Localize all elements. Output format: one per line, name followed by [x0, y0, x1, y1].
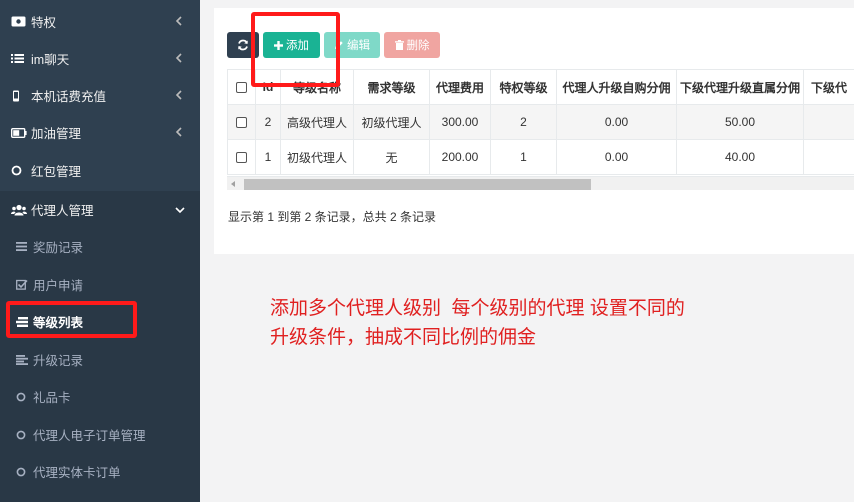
sidebar-item-upgrade-records[interactable]: 升级记录 — [0, 341, 200, 378]
column-header[interactable]: 代理人升级自购分佣 — [556, 69, 677, 105]
table-cell: 无 — [353, 139, 430, 175]
table-cell: 0.00 — [556, 139, 677, 175]
highlight-box-level-list — [6, 301, 137, 338]
sidebar-item-label: 本机话费充值 — [31, 90, 107, 104]
list-icon — [11, 53, 29, 64]
table-cell: 50.00 — [676, 104, 804, 140]
scroll-thumb[interactable] — [244, 179, 591, 190]
mobile-icon — [11, 90, 29, 102]
table-cell: 40.00 — [676, 139, 804, 175]
table-cell: 初级代理人 — [353, 104, 430, 140]
sidebar-item-fuel[interactable]: 加油管理 — [0, 114, 200, 151]
chevron-left-icon — [175, 90, 182, 100]
column-header[interactable]: 需求等级 — [353, 69, 430, 105]
delete-button[interactable]: 删除 — [384, 32, 440, 58]
bars-icon — [16, 242, 33, 251]
refresh-icon — [238, 39, 248, 51]
align-icon — [16, 354, 33, 365]
sidebar-item-label: 代理人管理 — [31, 204, 94, 218]
circle-icon — [16, 467, 33, 477]
sidebar-item-agent-card-orders[interactable]: 代理实体卡订单 — [0, 453, 200, 490]
annotation-line-2: 升级条件，抽成不同比例的佣金 — [270, 327, 537, 348]
annotation-text: 添加多个代理人级别 每个级别的代理 设置不同的 升级条件，抽成不同比例的佣金 — [270, 294, 790, 352]
sidebar-item-label: 升级记录 — [33, 354, 84, 368]
sidebar-item-agent-e-orders[interactable]: 代理人电子订单管理 — [0, 416, 200, 453]
chevron-left-icon — [175, 127, 182, 137]
sidebar-item-label: 代理人电子订单管理 — [33, 429, 146, 443]
table-cell — [803, 139, 854, 175]
sidebar-item-privilege[interactable]: 特权 — [0, 3, 200, 40]
sidebar-item-label: 红包管理 — [31, 165, 82, 179]
checkbox-icon — [16, 279, 33, 290]
trash-icon — [394, 40, 404, 50]
column-header[interactable]: 下级代理升级直属分佣 — [676, 69, 804, 105]
table-cell: 1 — [490, 139, 557, 175]
sidebar-item-label: 代理实体卡订单 — [33, 466, 121, 480]
sidebar-item-reward-records[interactable]: 奖励记录 — [0, 228, 200, 265]
table-cell: 300.00 — [429, 104, 491, 140]
table-cell — [803, 104, 854, 140]
sidebar-item-label: 奖励记录 — [33, 241, 84, 255]
table-cell: 2 — [490, 104, 557, 140]
table-cell: 高级代理人 — [280, 104, 354, 140]
sidebar-item-agent-management[interactable]: 代理人管理 — [0, 191, 200, 228]
row-checkbox[interactable] — [236, 117, 247, 129]
sidebar-item-label: 用户申请 — [33, 279, 84, 293]
circle-icon — [11, 165, 29, 176]
column-header[interactable]: 下级代 — [803, 69, 854, 105]
edit-button-label: 编辑 — [347, 40, 370, 52]
sidebar-item-label: 加油管理 — [31, 127, 82, 141]
row-checkbox[interactable] — [236, 152, 247, 164]
delete-button-label: 删除 — [406, 40, 430, 52]
table-cell: 0.00 — [556, 104, 677, 140]
table-cell: 2 — [255, 104, 281, 140]
sidebar-item-im-chat[interactable]: im聊天 — [0, 40, 200, 77]
table-cell: 1 — [255, 139, 281, 175]
column-header[interactable]: 代理费用 — [429, 69, 491, 105]
ticket-icon — [11, 16, 29, 27]
scroll-left-icon[interactable] — [231, 181, 235, 187]
pagination-summary: 显示第 1 到第 2 条记录，总共 2 条记录 — [228, 210, 437, 224]
chevron-left-icon — [175, 16, 182, 26]
sidebar-item-label: 礼品卡 — [33, 391, 71, 405]
table-row[interactable]: 2 高级代理人 初级代理人 300.00 2 0.00 50.00 — [227, 104, 854, 140]
sidebar: 特权 im聊天 本机话费充值 加油管理 红包管理 代理人管理 奖励记录 用户申请… — [0, 0, 200, 502]
select-all-checkbox[interactable] — [236, 82, 247, 94]
sidebar-item-gift-card[interactable]: 礼品卡 — [0, 378, 200, 415]
circle-icon — [16, 392, 33, 402]
sidebar-item-red-packet[interactable]: 红包管理 — [0, 152, 200, 189]
circle-icon — [16, 430, 33, 440]
table-cell: 初级代理人 — [280, 139, 354, 175]
column-header[interactable]: 特权等级 — [490, 69, 557, 105]
battery-icon — [11, 127, 29, 138]
highlight-box-add — [251, 12, 340, 87]
sidebar-item-user-applications[interactable]: 用户申请 — [0, 266, 200, 303]
chevron-left-icon — [175, 53, 182, 63]
horizontal-scrollbar[interactable] — [227, 176, 854, 190]
row-select-cell[interactable] — [227, 139, 256, 175]
annotation-line-1: 添加多个代理人级别 每个级别的代理 设置不同的 — [270, 298, 685, 319]
sidebar-item-label: im聊天 — [31, 53, 70, 67]
users-icon — [11, 204, 29, 216]
row-select-cell[interactable] — [227, 104, 256, 140]
sidebar-item-label: 特权 — [31, 16, 57, 30]
table-row[interactable]: 1 初级代理人 无 200.00 1 0.00 40.00 — [227, 139, 854, 175]
sidebar-item-phone-recharge[interactable]: 本机话费充值 — [0, 77, 200, 114]
table-cell: 200.00 — [429, 139, 491, 175]
chevron-down-icon — [175, 207, 185, 214]
